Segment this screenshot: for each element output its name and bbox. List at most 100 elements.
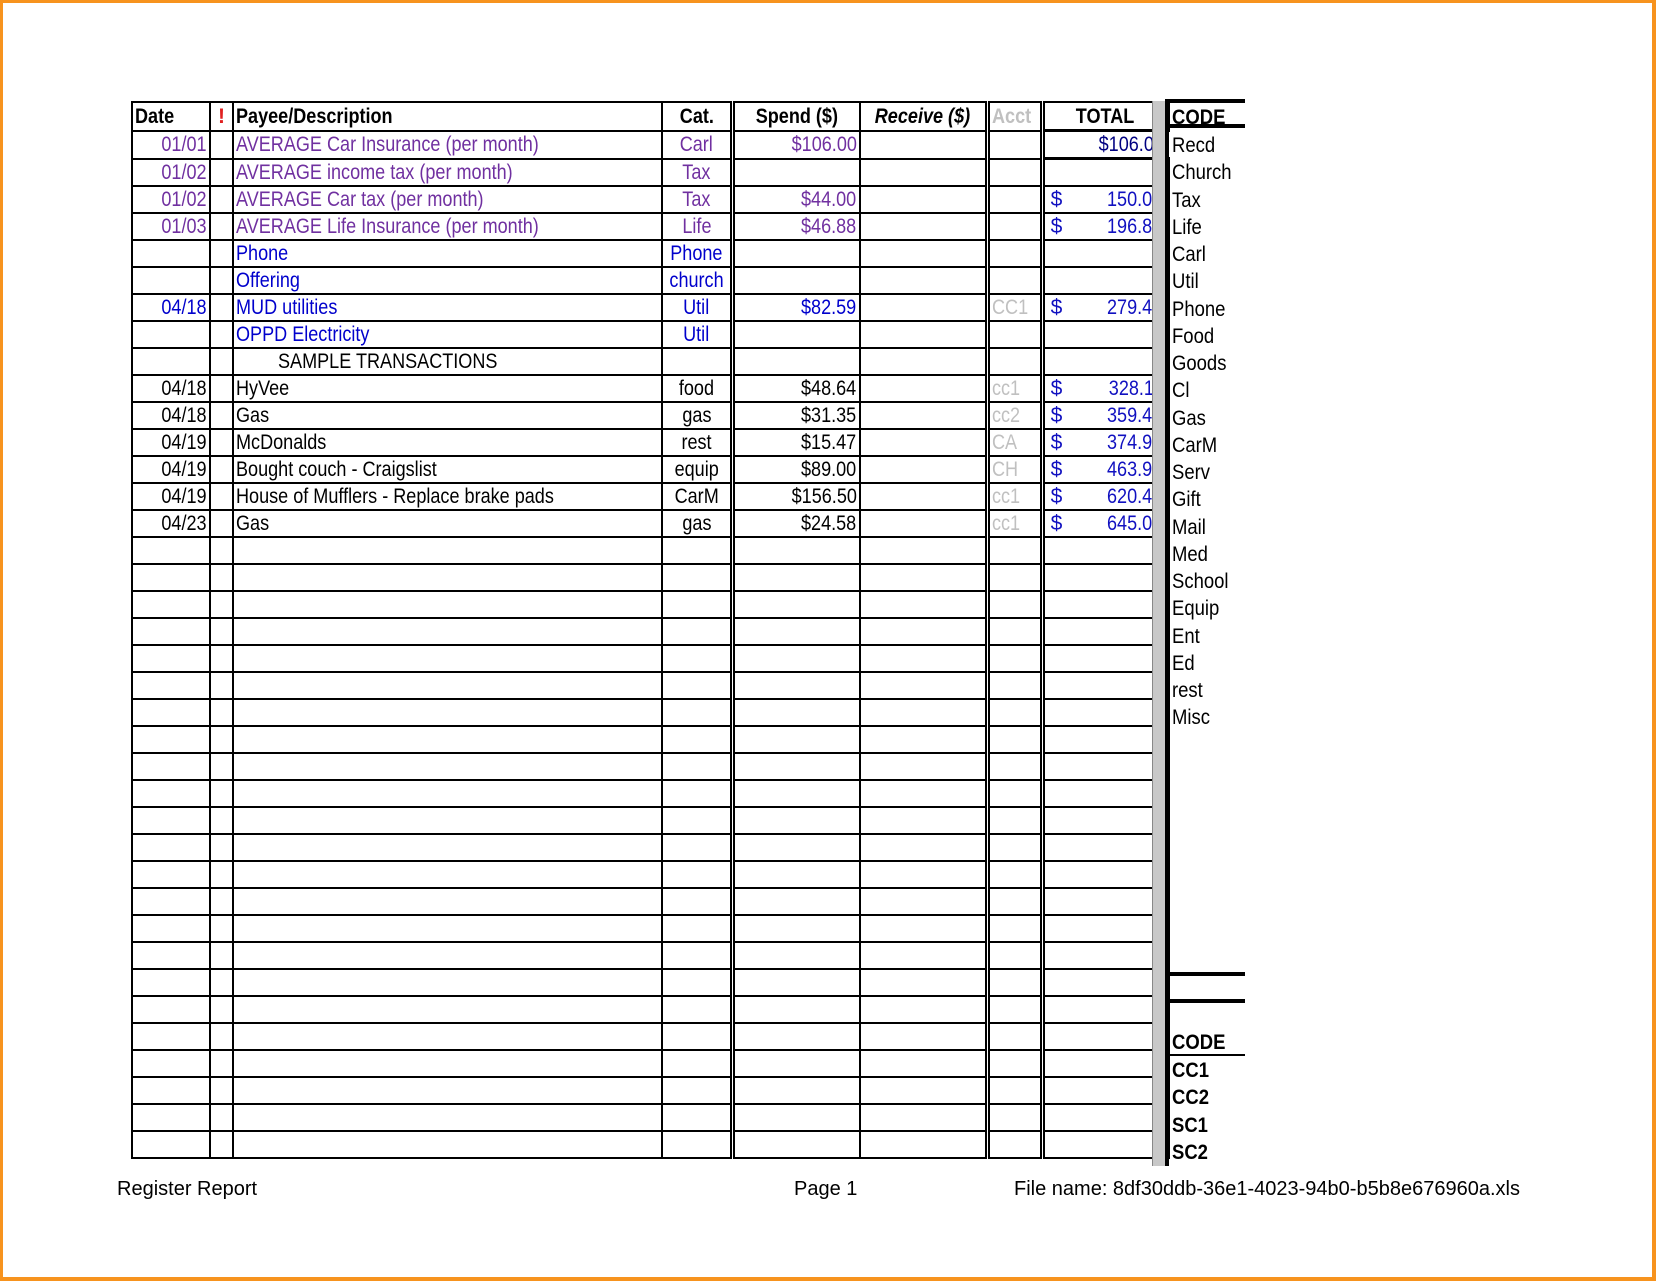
cell-payee[interactable]: AVERAGE Life Insurance (per month) — [232, 212, 663, 241]
cell-category[interactable]: rest — [661, 428, 736, 457]
cell-payee[interactable] — [232, 779, 663, 808]
cell-receive[interactable] — [858, 968, 991, 997]
cell-acct[interactable]: CC1 — [986, 293, 1045, 322]
cell-flag[interactable] — [209, 1103, 234, 1132]
cell-date[interactable] — [131, 320, 211, 349]
cell-receive[interactable] — [858, 293, 991, 322]
cell-spend[interactable] — [731, 995, 861, 1024]
cell-flag[interactable] — [209, 995, 234, 1024]
cell-acct[interactable] — [986, 212, 1045, 241]
cell-date[interactable] — [131, 1103, 211, 1132]
cell-receive[interactable] — [858, 671, 991, 700]
cell-receive[interactable] — [858, 1022, 991, 1051]
cell-acct[interactable] — [986, 806, 1045, 835]
cell-acct[interactable] — [986, 563, 1045, 592]
cell-category[interactable]: Phone — [661, 239, 736, 268]
cell-payee[interactable] — [232, 1130, 663, 1159]
cell-category[interactable]: food — [661, 374, 736, 403]
cell-flag[interactable] — [209, 914, 234, 943]
cell-flag[interactable] — [209, 1130, 234, 1159]
cell-date[interactable] — [131, 698, 211, 727]
cell-category[interactable] — [661, 644, 736, 673]
cell-payee[interactable]: House of Mufflers - Replace brake pads — [232, 482, 663, 511]
cell-spend[interactable] — [731, 563, 861, 592]
cell-spend[interactable] — [731, 1076, 861, 1105]
cell-flag[interactable] — [209, 806, 234, 835]
cell-category[interactable]: gas — [661, 509, 736, 538]
cell-receive[interactable] — [858, 563, 991, 592]
cell-acct[interactable] — [986, 590, 1045, 619]
cell-receive[interactable] — [858, 455, 991, 484]
cell-flag[interactable] — [209, 509, 234, 538]
cell-acct[interactable] — [986, 833, 1045, 862]
cell-spend[interactable] — [731, 806, 861, 835]
cell-flag[interactable] — [209, 725, 234, 754]
cell-payee[interactable]: Phone — [232, 239, 663, 268]
cell-spend[interactable] — [731, 266, 861, 295]
cell-flag[interactable] — [209, 239, 234, 268]
header-spend[interactable]: Spend ($) — [731, 101, 861, 132]
cell-flag[interactable] — [209, 401, 234, 430]
cell-acct[interactable] — [986, 779, 1045, 808]
cell-receive[interactable] — [858, 617, 991, 646]
cell-acct[interactable] — [986, 644, 1045, 673]
cell-acct[interactable] — [986, 752, 1045, 781]
cell-receive[interactable] — [858, 914, 991, 943]
cell-payee[interactable]: McDonalds — [232, 428, 663, 457]
cell-receive[interactable] — [858, 212, 991, 241]
cell-date[interactable]: 04/23 — [131, 509, 211, 538]
cell-date[interactable] — [131, 239, 211, 268]
cell-spend[interactable]: $82.59 — [731, 293, 861, 322]
cell-spend[interactable] — [731, 644, 861, 673]
cell-acct[interactable] — [986, 995, 1045, 1024]
cell-category[interactable] — [661, 941, 736, 970]
cell-acct[interactable] — [986, 698, 1045, 727]
cell-date[interactable] — [131, 779, 211, 808]
cell-acct[interactable]: cc1 — [986, 374, 1045, 403]
cell-receive[interactable] — [858, 779, 991, 808]
cell-date[interactable]: 04/18 — [131, 401, 211, 430]
cell-date[interactable] — [131, 644, 211, 673]
cell-flag[interactable] — [209, 860, 234, 889]
cell-spend[interactable] — [731, 941, 861, 970]
cell-payee[interactable]: HyVee — [232, 374, 663, 403]
cell-receive[interactable] — [858, 157, 991, 187]
cell-acct[interactable] — [986, 266, 1045, 295]
cell-payee[interactable] — [232, 644, 663, 673]
cell-flag[interactable] — [209, 590, 234, 619]
cell-spend[interactable] — [731, 320, 861, 349]
cell-acct[interactable] — [986, 887, 1045, 916]
cell-date[interactable] — [131, 1022, 211, 1051]
cell-date[interactable] — [131, 1130, 211, 1159]
cell-date[interactable] — [131, 536, 211, 565]
cell-payee[interactable]: Offering — [232, 266, 663, 295]
cell-payee[interactable]: Gas — [232, 509, 663, 538]
cell-receive[interactable] — [858, 860, 991, 889]
cell-payee[interactable] — [232, 563, 663, 592]
cell-date[interactable] — [131, 725, 211, 754]
header-payee[interactable]: Payee/Description — [232, 101, 663, 132]
cell-payee[interactable] — [232, 995, 663, 1024]
cell-category[interactable] — [661, 347, 736, 376]
cell-acct[interactable] — [986, 129, 1045, 160]
cell-acct[interactable]: cc2 — [986, 401, 1045, 430]
cell-date[interactable]: 01/01 — [131, 129, 211, 160]
cell-spend[interactable] — [731, 752, 861, 781]
cell-acct[interactable] — [986, 1076, 1045, 1105]
cell-acct[interactable] — [986, 860, 1045, 889]
cell-category[interactable]: Carl — [661, 129, 736, 160]
cell-acct[interactable]: CH — [986, 455, 1045, 484]
cell-acct[interactable] — [986, 347, 1045, 376]
cell-payee[interactable] — [232, 1049, 663, 1078]
cell-receive[interactable] — [858, 374, 991, 403]
cell-category[interactable] — [661, 1076, 736, 1105]
cell-flag[interactable] — [209, 1022, 234, 1051]
cell-category[interactable] — [661, 968, 736, 997]
cell-acct[interactable] — [986, 1022, 1045, 1051]
cell-acct[interactable] — [986, 536, 1045, 565]
cell-receive[interactable] — [858, 1049, 991, 1078]
cell-payee[interactable] — [232, 806, 663, 835]
cell-receive[interactable] — [858, 428, 991, 457]
cell-date[interactable]: 01/02 — [131, 185, 211, 214]
cell-flag[interactable] — [209, 266, 234, 295]
